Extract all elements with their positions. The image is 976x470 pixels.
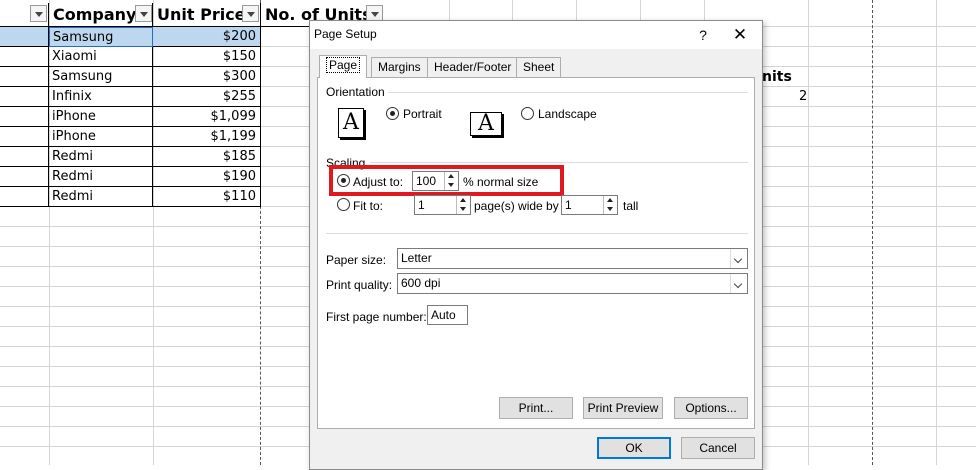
cell-unit-price[interactable]: $190 — [153, 167, 261, 187]
fit-tall-stepper[interactable] — [561, 195, 618, 215]
spin-down-icon[interactable] — [457, 205, 470, 214]
page-setup-dialog[interactable]: Page Setup ? ✕ Page Margins Header/Foote… — [309, 20, 763, 470]
spin-down-icon[interactable] — [604, 205, 617, 214]
print-preview-button[interactable]: Print Preview — [583, 397, 663, 419]
stepper-buttons[interactable] — [603, 196, 617, 214]
tab-margins[interactable]: Margins — [371, 57, 428, 77]
adjust-to-input[interactable] — [413, 172, 445, 190]
page-break-line — [872, 0, 873, 465]
header-company-label: Company — [53, 5, 137, 24]
cell[interactable] — [0, 167, 49, 187]
filter-dropdown-icon[interactable] — [30, 5, 47, 22]
cell[interactable] — [0, 27, 49, 47]
first-page-number-input[interactable]: Auto — [427, 305, 468, 325]
fit-wide-stepper[interactable] — [414, 195, 471, 215]
filter-dropdown-icon[interactable] — [242, 5, 259, 22]
portrait-radio[interactable] — [386, 107, 399, 120]
cell-unit-price[interactable]: $1,199 — [153, 127, 261, 147]
cell-company[interactable]: Redmi — [49, 187, 153, 207]
cell[interactable] — [0, 87, 49, 107]
cancel-button[interactable]: Cancel — [681, 437, 755, 459]
portrait-page-icon: A — [338, 108, 364, 138]
dialog-title: Page Setup — [314, 27, 377, 41]
fit-to-label[interactable]: Fit to: — [353, 199, 383, 213]
partial-header-text: nits — [762, 69, 792, 85]
paper-size-label: Paper size: — [326, 253, 387, 267]
cell[interactable] — [0, 147, 49, 167]
filter-dropdown-icon[interactable] — [135, 5, 152, 22]
tab-header-footer[interactable]: Header/Footer — [427, 57, 519, 77]
stepper-buttons[interactable] — [456, 196, 470, 214]
first-page-number-value: Auto — [431, 308, 456, 322]
chevron-down-icon[interactable] — [730, 274, 747, 293]
first-page-number-label: First page number: — [326, 310, 427, 324]
chevron-down-icon[interactable] — [730, 249, 747, 268]
paper-size-value: Letter — [401, 251, 432, 265]
cell-company[interactable]: iPhone — [49, 107, 153, 127]
cell-company[interactable]: Redmi — [49, 147, 153, 167]
paper-size-select[interactable]: Letter — [397, 248, 748, 269]
cell[interactable] — [0, 67, 49, 87]
cell-company[interactable]: Xiaomi — [49, 47, 153, 67]
close-button[interactable]: ✕ — [726, 24, 754, 46]
cell[interactable] — [0, 107, 49, 127]
partial-cell-value: 2 — [799, 89, 808, 104]
cell-unit-price[interactable]: $110 — [153, 187, 261, 207]
spin-down-icon[interactable] — [445, 181, 458, 190]
tab-page[interactable]: Page — [319, 55, 368, 78]
help-button[interactable]: ? — [691, 24, 715, 46]
cell-company[interactable]: iPhone — [49, 127, 153, 147]
orientation-label: Orientation — [326, 85, 385, 99]
ok-button[interactable]: OK — [597, 437, 671, 459]
cell-unit-price[interactable]: $300 — [153, 67, 261, 87]
dialog-titlebar[interactable]: Page Setup ? ✕ — [310, 21, 762, 49]
landscape-label[interactable]: Landscape — [538, 107, 597, 121]
gridline — [808, 0, 809, 465]
cell[interactable] — [0, 187, 49, 207]
tall-label: tall — [623, 199, 639, 213]
print-button[interactable]: Print... — [499, 397, 573, 419]
header-unit-price-label: Unit Price — [157, 5, 246, 24]
cell[interactable] — [0, 127, 49, 147]
fit-to-radio[interactable] — [337, 198, 350, 211]
tab-page-label: Page — [326, 57, 361, 73]
adjust-to-radio[interactable] — [337, 174, 350, 187]
cell[interactable] — [0, 47, 49, 67]
divider — [326, 233, 748, 234]
fit-wide-input[interactable] — [415, 196, 457, 214]
cell-unit-price[interactable]: $150 — [153, 47, 261, 67]
cell-unit-price[interactable]: $200 — [153, 27, 261, 47]
divider — [370, 162, 748, 163]
cell-company[interactable]: Samsung — [49, 67, 153, 87]
cell-company[interactable]: Infinix — [49, 87, 153, 107]
cell-unit-price[interactable]: $255 — [153, 87, 261, 107]
page-tab-panel: Orientation A Portrait A Landscape Scali… — [317, 77, 755, 429]
adjust-to-stepper[interactable] — [412, 171, 459, 191]
spin-up-icon[interactable] — [445, 172, 458, 181]
tab-sheet[interactable]: Sheet — [516, 57, 562, 77]
divider — [388, 92, 748, 93]
tab-sheet-label: Sheet — [523, 60, 555, 74]
spin-up-icon[interactable] — [604, 196, 617, 205]
landscape-radio[interactable] — [521, 107, 534, 120]
pages-wide-by-label: page(s) wide by — [474, 199, 559, 213]
gridline — [936, 0, 937, 465]
normal-size-label: % normal size — [463, 175, 539, 189]
cell-unit-price[interactable]: $185 — [153, 147, 261, 167]
cell-company[interactable]: Samsung — [49, 27, 153, 47]
landscape-page-icon: A — [470, 112, 502, 136]
adjust-to-label[interactable]: Adjust to: — [353, 175, 403, 189]
print-quality-value: 600 dpi — [401, 276, 441, 290]
print-quality-label: Print quality: — [326, 278, 393, 292]
print-quality-select[interactable]: 600 dpi — [397, 273, 748, 294]
fit-tall-input[interactable] — [562, 196, 604, 214]
options-button[interactable]: Options... — [674, 397, 748, 419]
portrait-label[interactable]: Portrait — [403, 107, 442, 121]
cell-unit-price[interactable]: $1,099 — [153, 107, 261, 127]
cell-company[interactable]: Redmi — [49, 167, 153, 187]
tab-margins-label: Margins — [378, 60, 421, 74]
tab-header-footer-label: Header/Footer — [434, 60, 512, 74]
stepper-buttons[interactable] — [444, 172, 458, 190]
spin-up-icon[interactable] — [457, 196, 470, 205]
